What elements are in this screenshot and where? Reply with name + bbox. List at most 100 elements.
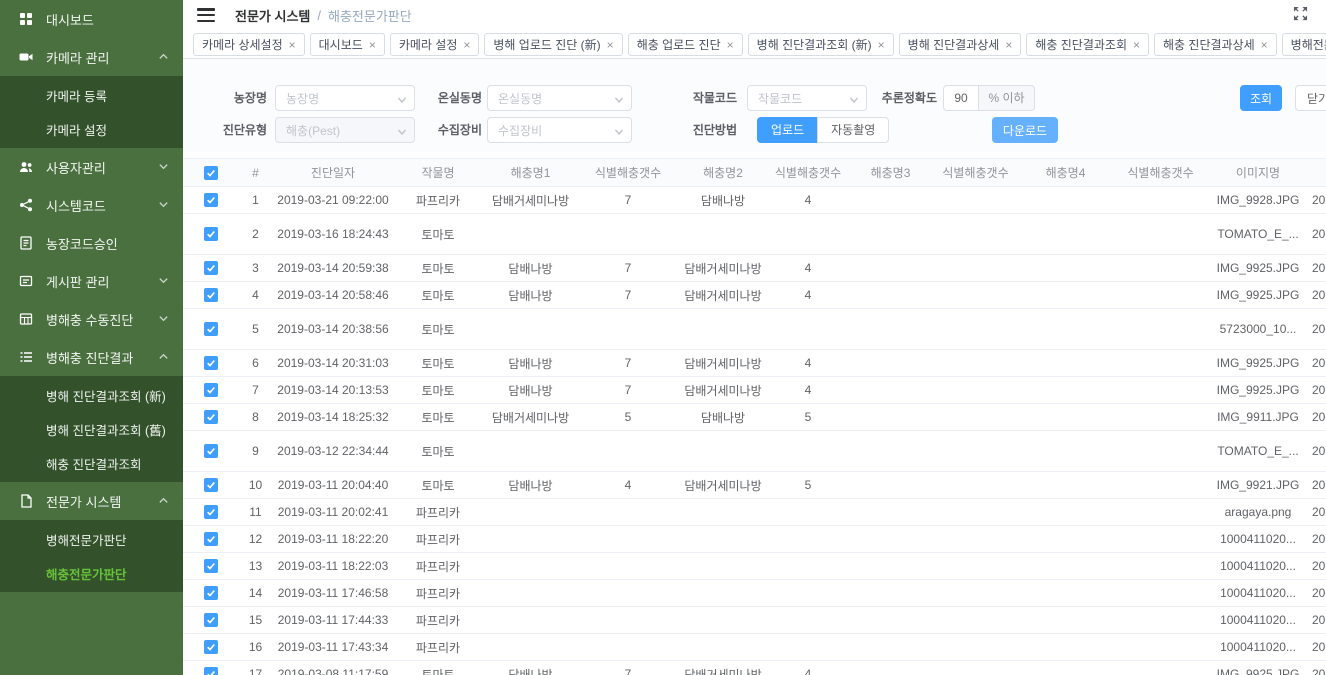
cell: 토마토 <box>393 214 483 255</box>
close-icon[interactable]: × <box>727 39 734 51</box>
close-icon[interactable]: × <box>1133 39 1140 51</box>
tab-2[interactable]: 카메라 설정 × <box>390 33 480 56</box>
cell-date-cut: 2018 <box>1308 255 1326 282</box>
row-checkbox[interactable] <box>204 383 218 397</box>
row-checkbox[interactable] <box>204 356 218 370</box>
sidebar-item-2[interactable]: 사용자관리 <box>0 148 183 186</box>
accuracy-unit: % 이하 <box>979 85 1035 111</box>
row-checkbox[interactable] <box>204 505 218 519</box>
row-checkbox[interactable] <box>204 227 218 241</box>
sidebar-item-6[interactable]: 병해충 수동진단 <box>0 300 183 338</box>
tab-7[interactable]: 해충 진단결과조회× <box>1026 33 1149 56</box>
diagnosis-type-select[interactable]: 해충(Pest) <box>275 117 415 143</box>
sidebar-item-1[interactable]: 카메라 관리 <box>0 38 183 76</box>
chevron-down-icon <box>158 161 169 172</box>
sidebar-subitem-7-2[interactable]: 해충 진단결과조회 <box>0 446 183 480</box>
cell: 2 <box>238 214 273 255</box>
crop-code-select[interactable]: 작물코드 <box>747 85 867 111</box>
sidebar-subitem-7-1[interactable]: 병해 진단결과조회 (舊) <box>0 412 183 446</box>
close-button[interactable]: 닫기 <box>1295 85 1326 111</box>
row-checkbox[interactable] <box>204 322 218 336</box>
method-option-upload[interactable]: 업로드 <box>757 117 817 143</box>
cell <box>1018 404 1113 431</box>
cell: 토마토 <box>393 377 483 404</box>
column-header-3: 해충명1 <box>483 159 578 187</box>
close-icon[interactable]: × <box>289 39 296 51</box>
tab-8[interactable]: 해충 진단결과상세× <box>1154 33 1277 56</box>
manual-diagnosis-icon <box>19 312 33 326</box>
close-icon[interactable]: × <box>878 39 885 51</box>
row-checkbox[interactable] <box>204 532 218 546</box>
close-icon[interactable]: × <box>369 39 376 51</box>
sidebar-subitem-1-0[interactable]: 카메라 등록 <box>0 78 183 112</box>
camera-icon <box>19 50 33 64</box>
row-checkbox[interactable] <box>204 613 218 627</box>
sidebar-subitem-7-0[interactable]: 병해 진단결과조회 (新) <box>0 378 183 412</box>
row-checkbox[interactable] <box>204 193 218 207</box>
cell: 담배나방 <box>483 377 578 404</box>
tab-0[interactable]: 카메라 상세설정× <box>193 33 305 56</box>
row-checkbox[interactable] <box>204 667 218 675</box>
cell <box>678 309 768 350</box>
sidebar-item-8[interactable]: 전문가 시스템 <box>0 482 183 520</box>
tab-3[interactable]: 병해 업로드 진단 (新)× <box>484 33 622 56</box>
tab-1[interactable]: 대시보드× <box>310 33 385 56</box>
tab-4[interactable]: 해충 업로드 진단× <box>628 33 743 56</box>
cell <box>483 634 578 661</box>
row-checkbox[interactable] <box>204 640 218 654</box>
close-icon[interactable]: × <box>607 39 614 51</box>
cell <box>678 607 768 634</box>
sidebar-item-3[interactable]: 시스템코드 <box>0 186 183 224</box>
sidebar-menu: 대시보드카메라 관리카메라 등록카메라 설정사용자관리시스템코드농장코드승인게시… <box>0 0 183 592</box>
sidebar-item-4[interactable]: 농장코드승인 <box>0 224 183 262</box>
tab-5[interactable]: 병해 진단결과조회 (新)× <box>748 33 894 56</box>
row-checkbox[interactable] <box>204 559 218 573</box>
sidebar-item-0[interactable]: 대시보드 <box>0 0 183 38</box>
cell <box>1018 350 1113 377</box>
cell: 10 <box>238 472 273 499</box>
device-select[interactable]: 수집장비 <box>487 117 632 143</box>
cell <box>1018 526 1113 553</box>
tab-label: 카메라 설정 <box>399 36 458 53</box>
row-checkbox-cell <box>183 580 238 607</box>
sidebar-subitem-1-1[interactable]: 카메라 설정 <box>0 112 183 146</box>
close-icon[interactable]: × <box>1261 39 1268 51</box>
close-icon[interactable]: × <box>1005 39 1012 51</box>
row-checkbox[interactable] <box>204 410 218 424</box>
cell <box>1018 377 1113 404</box>
sidebar-item-5[interactable]: 게시판 관리 <box>0 262 183 300</box>
method-option-auto[interactable]: 자동촬영 <box>817 117 889 143</box>
method-toggle: 업로드 자동촬영 <box>757 117 889 143</box>
cell: IMG_9925.JPG <box>1208 661 1308 675</box>
breadcrumb-section: 전문가 시스템 <box>235 6 310 25</box>
close-icon[interactable]: × <box>463 39 470 51</box>
cell <box>768 309 848 350</box>
accuracy-input[interactable] <box>943 85 979 111</box>
cell: 2019-03-14 20:38:56 <box>273 309 393 350</box>
tab-9[interactable]: 병해전문가판단× <box>1282 33 1326 56</box>
farm-name-select[interactable]: 농장명 <box>275 85 415 111</box>
cell <box>578 431 678 472</box>
sidebar-item-7[interactable]: 병해충 진단결과 <box>0 338 183 376</box>
tab-6[interactable]: 병해 진단결과상세× <box>899 33 1022 56</box>
row-checkbox[interactable] <box>204 444 218 458</box>
download-button[interactable]: 다운로드 <box>992 117 1058 143</box>
row-checkbox[interactable] <box>204 586 218 600</box>
greenhouse-select[interactable]: 온실동명 <box>487 85 632 111</box>
cell-date-cut: 2018 <box>1308 350 1326 377</box>
cell <box>1113 607 1208 634</box>
cell: 1000411020... <box>1208 634 1308 661</box>
row-checkbox[interactable] <box>204 478 218 492</box>
header-checkbox[interactable] <box>204 166 218 180</box>
sidebar-subitem-8-1[interactable]: 해충전문가판단 <box>0 556 183 590</box>
hamburger-icon[interactable] <box>197 8 215 22</box>
cell <box>1113 499 1208 526</box>
search-button[interactable]: 조회 <box>1240 85 1282 111</box>
cell <box>933 431 1018 472</box>
fullscreen-icon[interactable] <box>1293 6 1308 24</box>
row-checkbox[interactable] <box>204 261 218 275</box>
row-checkbox[interactable] <box>204 288 218 302</box>
sidebar-subitem-8-0[interactable]: 병해전문가판단 <box>0 522 183 556</box>
cell: 8 <box>238 404 273 431</box>
cell: 담배거세미나방 <box>483 404 578 431</box>
